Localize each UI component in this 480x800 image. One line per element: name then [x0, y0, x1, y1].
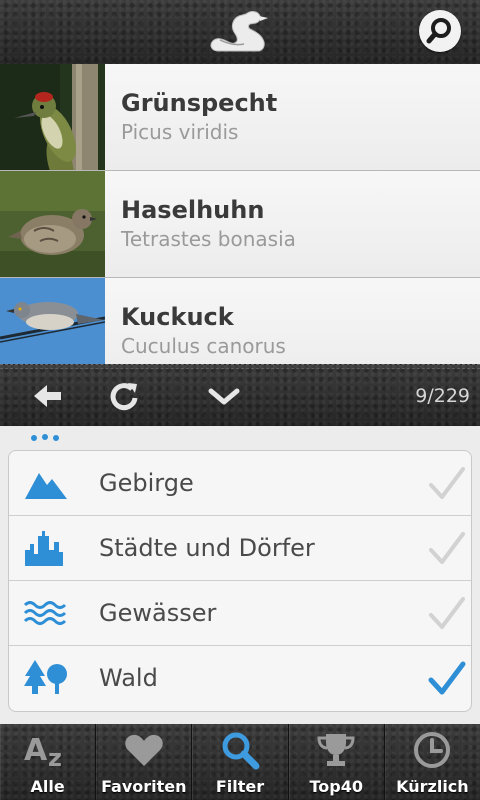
tab-filter[interactable]: Filter — [192, 724, 289, 800]
filter-label: Gebirge — [99, 469, 194, 497]
water-icon — [23, 601, 67, 625]
checkmark-icon[interactable] — [427, 465, 467, 501]
bird-name: Kuckuck — [121, 303, 234, 331]
tab-alle[interactable]: A z Alle — [0, 724, 97, 800]
svg-text:z: z — [48, 744, 62, 770]
bird-latin-name: Cuculus canorus — [121, 334, 286, 358]
habitat-filter-list: Gebirge Städte und Dörfer Gewässer Wald — [8, 450, 472, 712]
swan-icon — [210, 11, 268, 52]
filter-item-gebirge[interactable]: Gebirge — [9, 451, 471, 516]
bird-latin-name: Picus viridis — [121, 120, 239, 144]
forest-icon — [24, 660, 67, 694]
bird-list-item[interactable]: Haselhuhn Tetrastes bonasia — [0, 171, 480, 278]
tab-top40[interactable]: Top40 — [289, 724, 385, 800]
bird-list-item[interactable]: Grünspecht Picus viridis — [0, 64, 480, 171]
filter-label: Gewässer — [99, 599, 217, 627]
city-icon — [25, 531, 63, 566]
tab-label: Alle — [30, 777, 65, 796]
bird-photo — [0, 171, 105, 277]
trophy-icon — [317, 734, 355, 766]
stitch-divider — [0, 368, 480, 369]
az-icon: A z — [24, 733, 62, 770]
tab-label: Filter — [215, 777, 265, 796]
heart-icon — [125, 734, 163, 766]
search-icon — [426, 18, 451, 44]
refresh-button[interactable] — [106, 379, 146, 413]
collapse-button[interactable] — [204, 379, 244, 413]
clock-icon — [414, 732, 451, 768]
filter-item-gewaesser[interactable]: Gewässer — [9, 581, 471, 646]
tab-label: Kürzlich — [396, 777, 469, 796]
bird-photo — [0, 278, 105, 364]
checkmark-icon[interactable] — [427, 530, 467, 566]
refresh-icon — [110, 383, 138, 411]
mountain-icon — [25, 473, 67, 499]
filter-item-wald[interactable]: Wald — [9, 646, 471, 710]
chevron-down-icon — [208, 388, 240, 405]
result-nav-bar: 9/229 — [0, 364, 480, 427]
search-button[interactable] — [419, 10, 461, 52]
filter-label: Städte und Dörfer — [99, 534, 315, 562]
checkmark-icon[interactable] — [427, 660, 467, 696]
arrow-left-icon — [34, 385, 61, 407]
bird-list-item[interactable]: Kuckuck Cuculus canorus — [0, 278, 480, 364]
tab-favoriten[interactable]: Favoriten — [96, 724, 193, 800]
magnifier-icon — [222, 732, 260, 770]
tab-label: Top40 — [309, 777, 363, 796]
checkmark-icon[interactable] — [427, 595, 467, 631]
bottom-tab-bar: A z Alle Favoriten Filter Top40 Kürzlich — [0, 724, 480, 800]
filter-item-staedte[interactable]: Städte und Dörfer — [9, 516, 471, 581]
tab-label: Favoriten — [101, 777, 187, 796]
svg-text:A: A — [24, 733, 48, 768]
result-counter: 9/229 — [415, 385, 470, 407]
bird-photo — [0, 64, 105, 170]
filter-panel[interactable]: Gebirge Städte und Dörfer Gewässer Wald — [0, 426, 480, 724]
app-header — [0, 0, 480, 64]
bird-latin-name: Tetrastes bonasia — [121, 227, 296, 251]
partial-filter-icon — [31, 434, 59, 441]
back-button[interactable] — [28, 379, 68, 413]
tab-kuerzlich[interactable]: Kürzlich — [385, 724, 480, 800]
bird-list[interactable]: Grünspecht Picus viridis Haselhuhn Tetra… — [0, 64, 480, 364]
bird-name: Haselhuhn — [121, 196, 265, 224]
filter-label: Wald — [99, 664, 158, 692]
bird-name: Grünspecht — [121, 89, 278, 117]
